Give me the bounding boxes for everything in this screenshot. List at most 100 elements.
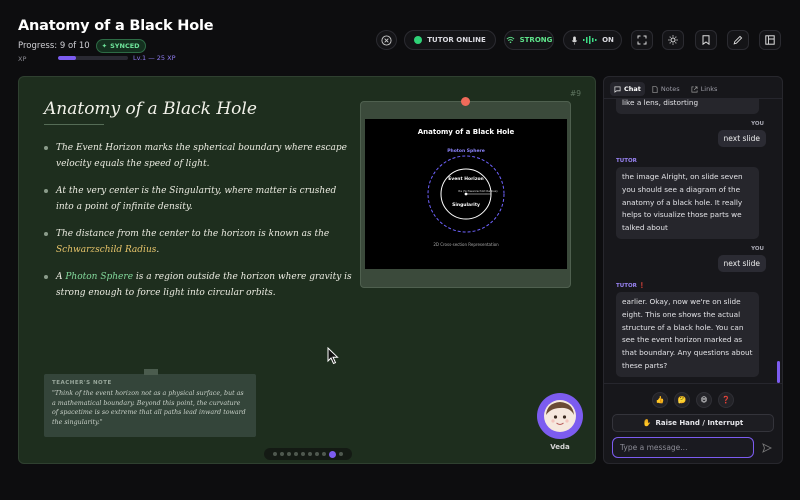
pagination-dot[interactable]: [280, 452, 284, 456]
online-indicator-icon: [414, 36, 423, 44]
tutor-message: like a lens, distorting: [616, 99, 759, 114]
alert-icon: ❗: [638, 283, 646, 289]
diagram-caption: 2D Cross-section Representation: [433, 242, 499, 247]
document-icon: [652, 85, 658, 93]
message-input[interactable]: Type a message...: [612, 437, 754, 458]
thinking-reaction[interactable]: 🤔: [674, 392, 690, 408]
xp-level: Lv.1 — 25 XP: [133, 54, 176, 62]
slide-title: Anatomy of a Black Hole: [44, 99, 257, 119]
avatar[interactable]: [537, 393, 583, 439]
close-session-button[interactable]: [376, 30, 397, 50]
black-hole-diagram: Anatomy of a Black Hole Photon Sphere Ev…: [365, 119, 567, 269]
pagination-dot[interactable]: [308, 452, 312, 456]
send-icon: [762, 443, 772, 453]
highlight-term: Schwarzschild Radius: [56, 244, 157, 255]
user-message: next slide: [717, 130, 766, 147]
xp-progress-bar: [58, 56, 128, 60]
wifi-icon: [506, 36, 515, 44]
slide-number: #9: [569, 89, 581, 98]
fullscreen-button[interactable]: [631, 30, 653, 50]
message-placeholder: Type a message...: [620, 443, 688, 452]
highlight-term: Photon Sphere: [65, 272, 134, 282]
chat-scrollbar[interactable]: [777, 361, 780, 383]
tab-notes[interactable]: Notes: [648, 82, 684, 96]
pagination-dot[interactable]: [294, 452, 298, 456]
avatar-name: Veda: [550, 443, 570, 451]
thumbs-up-reaction[interactable]: 👍: [652, 392, 668, 408]
tutor-message: earlier. Okay, now we're on slide eight.…: [616, 292, 759, 377]
pagination-dot-active[interactable]: [329, 450, 336, 458]
bookmark-button[interactable]: [695, 30, 717, 50]
synced-label: SYNCED: [110, 42, 140, 50]
fullscreen-icon: [637, 35, 647, 45]
sync-icon: ✦: [101, 42, 108, 50]
smile-reaction[interactable]: 😄: [696, 392, 712, 408]
microphone-icon: [571, 35, 578, 45]
tutor-status-pill[interactable]: TUTOR ONLINE: [404, 30, 496, 50]
bullet-item: The distance from the center to the hori…: [44, 227, 354, 258]
message-list: like a lens, distorting YOU next slide T…: [604, 99, 780, 383]
tab-chat[interactable]: Chat: [610, 82, 645, 96]
pagination-dot[interactable]: [287, 452, 291, 456]
divider: [604, 383, 782, 384]
close-circle-icon: [381, 34, 392, 46]
chat-tabs: Chat Notes Links: [610, 82, 721, 96]
singularity-label: Singularity: [452, 202, 480, 208]
title-underline: [44, 124, 104, 125]
photon-sphere-label: Photon Sphere: [447, 148, 485, 154]
teacher-note: TEACHER'S NOTE "Think of the event horiz…: [44, 369, 256, 437]
tutor-face-icon: [544, 400, 576, 432]
mouse-cursor-icon: [327, 347, 339, 365]
message-sender-label: YOU: [751, 121, 764, 127]
mic-status-label: ON: [602, 36, 614, 44]
note-text: "Think of the event horizon not as a phy…: [52, 390, 246, 426]
sidebar-layout-icon: [765, 35, 775, 45]
pagination-dot[interactable]: [315, 452, 319, 456]
question-reaction[interactable]: ❓: [718, 392, 734, 408]
annotate-button[interactable]: [727, 30, 749, 50]
pagination-dot[interactable]: [273, 452, 277, 456]
note-heading: TEACHER'S NOTE: [52, 380, 112, 386]
diagram-frame[interactable]: Anatomy of a Black Hole Photon Sphere Ev…: [360, 97, 571, 288]
layout-toggle-button[interactable]: [759, 30, 781, 50]
external-link-icon: [691, 86, 698, 92]
tutor-status-label: TUTOR ONLINE: [427, 36, 486, 44]
connection-label: STRONG: [519, 36, 553, 44]
pin-icon: [461, 97, 470, 106]
slide-pagination[interactable]: [264, 448, 352, 460]
progress-text: Progress: 9 of 10: [18, 41, 90, 51]
bullet-item: The Event Horizon marks the spherical bo…: [44, 141, 354, 172]
chat-panel: Chat Notes Links like a lens, distorting…: [603, 76, 783, 464]
pencil-icon: [733, 35, 743, 45]
tutor-message: the image Alright, on slide seven you sh…: [616, 167, 759, 239]
bookmark-icon: [702, 35, 710, 45]
progress-row: Progress: 9 of 10 ✦ SYNCED: [18, 39, 146, 53]
theme-toggle-button[interactable]: [662, 30, 684, 50]
pagination-dot[interactable]: [339, 452, 343, 456]
reaction-bar: 👍 🤔 😄 ❓: [652, 392, 734, 408]
xp-progress-fill: [58, 56, 76, 60]
bullet-item: A Photon Sphere is a region outside the …: [44, 270, 354, 301]
audio-wave-icon: [583, 36, 597, 44]
message-sender-label: TUTOR: [616, 158, 637, 164]
schwarzschild-radius-label: Rs (Schwarzschild Radius): [458, 189, 497, 193]
hand-icon: ✋: [642, 419, 652, 427]
send-button[interactable]: [759, 440, 775, 456]
tab-links[interactable]: Links: [687, 82, 722, 96]
pagination-dot[interactable]: [322, 452, 326, 456]
xp-label: XP: [18, 55, 27, 63]
raise-hand-button[interactable]: ✋ Raise Hand / Interrupt: [612, 414, 774, 432]
raise-hand-label: Raise Hand / Interrupt: [655, 419, 744, 427]
message-sender-label: YOU: [751, 246, 764, 252]
slide-panel: #9 Anatomy of a Black Hole The Event Hor…: [18, 76, 596, 464]
synced-badge: ✦ SYNCED: [95, 39, 146, 53]
bullet-list: The Event Horizon marks the spherical bo…: [44, 141, 354, 313]
pagination-dot[interactable]: [301, 452, 305, 456]
event-horizon-label: Event Horizon: [448, 176, 484, 182]
bullet-item: At the very center is the Singularity, w…: [44, 184, 354, 215]
user-message: next slide: [717, 255, 766, 272]
microphone-toggle[interactable]: ON: [563, 30, 622, 50]
connection-status-pill[interactable]: STRONG: [504, 30, 554, 50]
note-tape: [144, 369, 158, 375]
chat-bubble-icon: [614, 85, 621, 93]
